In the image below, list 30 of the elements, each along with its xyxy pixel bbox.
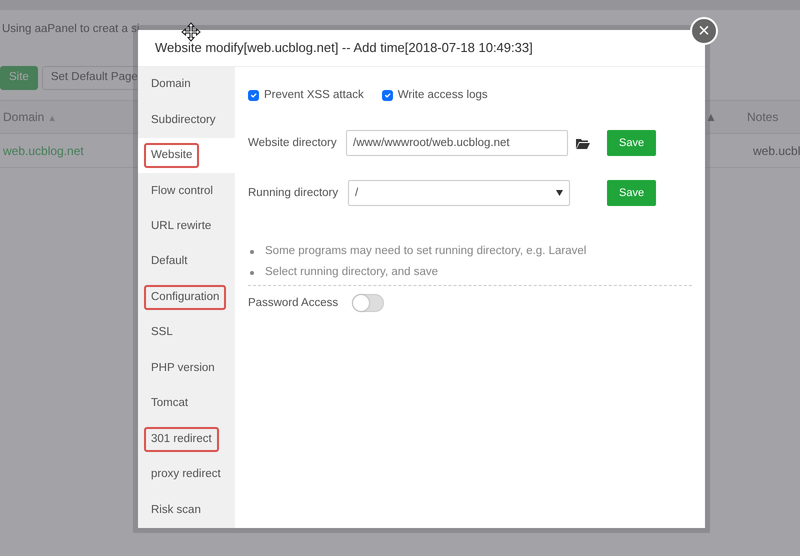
- sidebar-item[interactable]: URL rewirte: [138, 208, 235, 244]
- sidebar-item[interactable]: Flow control: [138, 173, 235, 209]
- checkbox-label: Write access logs: [398, 88, 488, 103]
- modal-title: Website modify[web.ucblog.net] -- Add time[2018-07-18 10:49:33]: [155, 39, 533, 58]
- folder-icon[interactable]: [576, 138, 590, 149]
- sidebar-item[interactable]: SSL: [138, 315, 235, 351]
- bullet-icon: [250, 270, 254, 275]
- checkbox-label: Prevent XSS attack: [264, 88, 364, 103]
- caret-icon: [556, 190, 563, 196]
- sidebar-item[interactable]: Risk scan: [138, 492, 235, 528]
- tip-text: Select running directory, and save: [265, 265, 438, 280]
- toggle-switch[interactable]: [352, 294, 384, 312]
- directory-select[interactable]: /: [348, 180, 570, 206]
- notes-cell-text: web.ucbl: [753, 142, 800, 160]
- field-label: Running directory: [248, 186, 340, 201]
- sidebar-item[interactable]: Website: [138, 138, 235, 174]
- tip-text: Some programs may need to set running directory, e.g. Laravel: [265, 244, 586, 260]
- directory-field[interactable]: /www/wwwroot/web.ucblog.net: [346, 130, 568, 156]
- checkbox[interactable]: [382, 90, 393, 102]
- sidebar-item[interactable]: Subdirectory: [138, 102, 235, 138]
- sidebar-item[interactable]: Default: [138, 244, 235, 280]
- sidebar-item[interactable]: proxy redirect: [138, 457, 235, 493]
- bullet-icon: [250, 250, 254, 254]
- checkbox[interactable]: [248, 90, 259, 102]
- close-button[interactable]: ×: [690, 17, 718, 45]
- field-label: Website directory: [248, 136, 338, 151]
- sidebar-item[interactable]: Tomcat: [138, 386, 235, 422]
- notice-text: Using aaPanel to creat a si: [2, 22, 140, 38]
- field-label: Password Access: [248, 296, 338, 311]
- sidebar-item[interactable]: PHP version: [138, 350, 235, 386]
